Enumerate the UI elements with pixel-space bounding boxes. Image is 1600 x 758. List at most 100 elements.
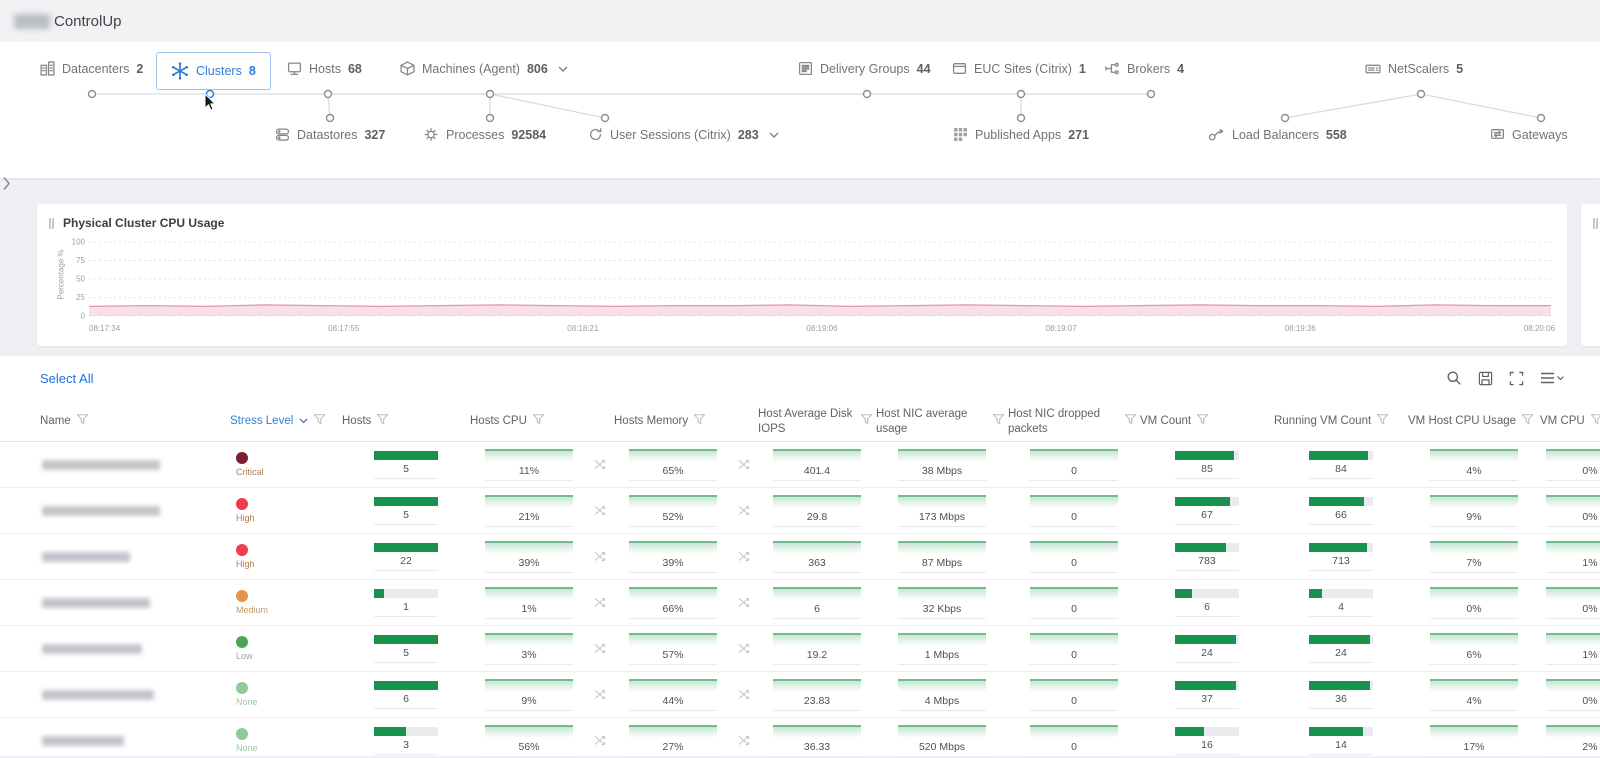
nav-item-delivery-groups[interactable]: Delivery Groups 44 — [798, 61, 931, 76]
filter-icon[interactable] — [313, 414, 326, 429]
metric-bar-cell: 37 — [1175, 680, 1239, 709]
table-row[interactable]: High 5 21% 52% 29.8 173 Mbps 0 67 66 9% … — [0, 488, 1600, 534]
save-icon[interactable] — [1478, 371, 1493, 386]
metric-value: 44% — [629, 695, 717, 711]
stress-label: High — [236, 559, 255, 569]
filter-icon[interactable] — [860, 414, 873, 429]
metric-gradient-cell: 56% — [485, 724, 573, 757]
metric-gradient-cell: 173 Mbps — [898, 494, 986, 527]
table-row[interactable]: None 6 9% 44% 23.83 4 Mbps 0 37 36 4% 0% — [0, 672, 1600, 718]
column-header-vm-host-cpu-usage[interactable]: VM Host CPU Usage — [1408, 414, 1540, 429]
refresh-icon — [588, 127, 603, 142]
column-header-hosts[interactable]: Hosts — [342, 414, 470, 429]
svg-text:75: 75 — [76, 256, 85, 265]
cube-icon — [400, 61, 415, 76]
nav-item-processes[interactable]: Processes 92584 — [423, 127, 546, 142]
filter-icon[interactable] — [1124, 414, 1137, 429]
table-row[interactable]: None 3 56% 27% 36.33 520 Mbps 0 16 14 17… — [0, 718, 1600, 758]
column-header-vm-count[interactable]: VM Count — [1140, 414, 1274, 429]
metric-gradient-cell: 44% — [629, 678, 717, 711]
metric-value: 1% — [1546, 649, 1600, 665]
metric-value: 0 — [1030, 557, 1118, 573]
redacted-name — [42, 689, 154, 700]
column-header-stress-level[interactable]: Stress Level — [230, 414, 342, 429]
metric-gradient-cell: 66% — [629, 586, 717, 619]
x-tick-label: 08:17:34 — [89, 324, 121, 333]
nav-item-datastores[interactable]: Datastores 327 — [275, 127, 385, 142]
column-header-name[interactable]: Name — [40, 414, 230, 429]
filter-icon[interactable] — [992, 414, 1005, 429]
filter-icon[interactable] — [1521, 414, 1534, 429]
compare-icon — [594, 459, 608, 470]
stress-label: Low — [236, 651, 253, 661]
column-header-vm-cpu[interactable]: VM CPU — [1540, 414, 1600, 429]
nav-item-netscalers[interactable]: NetScalers 5 — [1365, 61, 1463, 76]
filter-icon[interactable] — [693, 414, 706, 429]
table-row[interactable]: Low 5 3% 57% 19.2 1 Mbps 0 24 24 6% 1% — [0, 626, 1600, 672]
metric-value: 363 — [773, 557, 861, 573]
metric-gradient-cell: 0 — [1030, 448, 1118, 481]
mouse-cursor — [204, 94, 217, 111]
nav-item-load-balancers[interactable]: Load Balancers 558 — [1208, 127, 1347, 142]
metric-gradient-cell: 4% — [1430, 448, 1518, 481]
nav-item-clusters[interactable]: Clusters 8 — [156, 52, 271, 90]
fullscreen-icon[interactable] — [1509, 371, 1524, 386]
table-row[interactable]: High 22 39% 39% 363 87 Mbps 0 783 713 7%… — [0, 534, 1600, 580]
metric-gradient-cell: 0 — [1030, 724, 1118, 757]
metric-value: 0 — [1030, 465, 1118, 481]
metric-bar-cell: 85 — [1175, 450, 1239, 479]
metric-value: 0% — [1430, 603, 1518, 619]
branch-icon — [1105, 61, 1120, 76]
nav-item-machines-agent[interactable]: Machines (Agent) 806 — [400, 61, 568, 76]
column-header-running-vm-count[interactable]: Running VM Count — [1274, 414, 1408, 429]
metric-value: 1% — [1546, 557, 1600, 573]
nav-item-hosts[interactable]: Hosts 68 — [287, 61, 362, 76]
filter-icon[interactable] — [1376, 414, 1389, 429]
filter-icon[interactable] — [1590, 414, 1600, 429]
column-header-host-nic-average-usage[interactable]: Host NIC average usage — [876, 407, 1008, 436]
compare-icon — [738, 735, 752, 746]
filter-icon[interactable] — [376, 414, 390, 429]
metric-gradient-cell: 0% — [1546, 448, 1600, 481]
metric-value: 66% — [629, 603, 717, 619]
table-row[interactable]: Medium 1 1% 66% 6 32 Kbps 0 6 4 0% 0% — [0, 580, 1600, 626]
column-header-host-nic-dropped-packets[interactable]: Host NIC dropped packets — [1008, 407, 1140, 436]
metric-gradient-cell: 65% — [629, 448, 717, 481]
filter-icon[interactable] — [532, 414, 545, 429]
metric-gradient-cell: 363 — [773, 540, 861, 573]
metric-gradient-cell: 27% — [629, 724, 717, 757]
x-tick-label: 08:19:06 — [806, 324, 838, 333]
metric-gradient-cell: 4 Mbps — [898, 678, 986, 711]
list-view-icon[interactable] — [1540, 371, 1564, 385]
metric-gradient-cell: 1 Mbps — [898, 632, 986, 665]
cluster-table-section: Select All Name Stress Level Hosts Hosts… — [0, 356, 1600, 758]
metric-value: 29.8 — [773, 511, 861, 527]
nav-item-gateways[interactable]: Gateways — [1490, 127, 1575, 142]
select-all-link[interactable]: Select All — [40, 371, 93, 386]
search-icon[interactable] — [1446, 370, 1462, 386]
nav-item-datacenters[interactable]: Datacenters 2 — [40, 61, 143, 76]
metric-gradient-cell: 0 — [1030, 586, 1118, 619]
nav-item-euc-sites-citrix[interactable]: EUC Sites (Citrix) 1 — [952, 61, 1086, 76]
metric-gradient-cell: 29.8 — [773, 494, 861, 527]
metric-bar-cell: 24 — [1309, 634, 1373, 663]
table-header-row: Name Stress Level Hosts Hosts CPU Hosts … — [0, 402, 1600, 442]
compare-icon — [594, 597, 608, 608]
metric-gradient-cell: 1% — [1546, 632, 1600, 665]
column-header-host-average-disk-iops[interactable]: Host Average Disk IOPS — [758, 407, 876, 436]
table-row[interactable]: Critical 5 11% 65% 401.4 38 Mbps 0 85 84… — [0, 442, 1600, 488]
nav-item-user-sessions-citrix[interactable]: User Sessions (Citrix) 283 — [588, 127, 779, 142]
nav-item-brokers[interactable]: Brokers 4 — [1105, 61, 1184, 76]
metric-gradient-cell: 7% — [1430, 540, 1518, 573]
column-header-hosts-cpu[interactable]: Hosts CPU — [470, 414, 588, 429]
redacted-name — [42, 643, 142, 654]
filter-icon[interactable] — [1196, 414, 1209, 429]
metric-value: 9% — [485, 695, 573, 711]
filter-icon[interactable] — [76, 414, 89, 429]
nav-item-published-apps[interactable]: Published Apps 271 — [953, 127, 1089, 142]
column-header-hosts-memory[interactable]: Hosts Memory — [614, 414, 732, 429]
redacted-logo — [14, 13, 50, 29]
panel-collapse-toggle[interactable] — [2, 176, 11, 196]
metric-value: 5 — [374, 463, 438, 479]
metric-bar-cell: 24 — [1175, 634, 1239, 663]
